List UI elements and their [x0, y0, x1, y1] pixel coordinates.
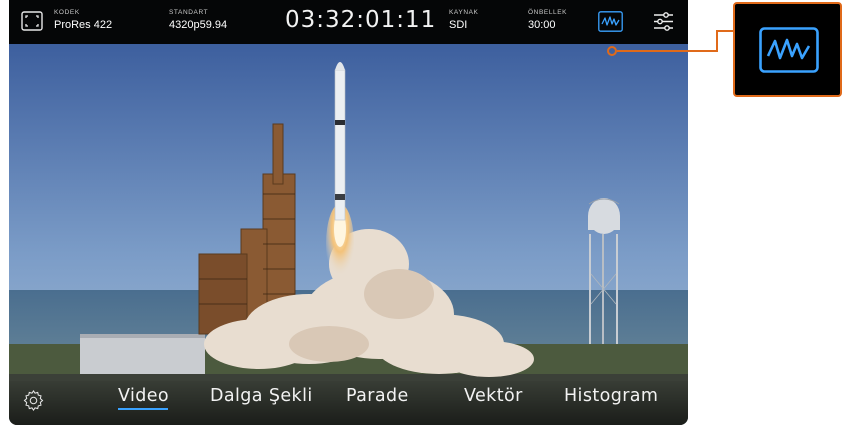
standard-label: STANDART: [169, 9, 209, 16]
gear-icon[interactable]: [22, 389, 45, 412]
cache-label: ÖNBELLEK: [528, 9, 568, 16]
source-value[interactable]: SDI: [449, 19, 467, 31]
callout-connector-line-end: [716, 30, 734, 32]
standard-value[interactable]: 4320p59.94: [169, 19, 227, 31]
waveform-icon: [759, 27, 819, 73]
tab-histogram[interactable]: Histogram: [564, 386, 658, 406]
cache-value[interactable]: 30:00: [528, 19, 556, 31]
timecode-display: 03:32:01:11: [285, 7, 437, 33]
tab-dalga-sekli[interactable]: Dalga Şekli: [210, 386, 313, 406]
fullscreen-icon[interactable]: [21, 11, 43, 31]
callout-connector-line-vertical: [716, 30, 718, 52]
codec-label: KODEK: [54, 9, 80, 16]
sliders-icon[interactable]: [653, 11, 674, 32]
video-feed: [9, 44, 688, 425]
waveform-icon[interactable]: [598, 11, 623, 32]
codec-value[interactable]: ProRes 422: [54, 19, 112, 31]
tab-video[interactable]: Video: [118, 386, 169, 406]
tab-selected-indicator: [118, 408, 168, 410]
source-label: KAYNAK: [449, 9, 479, 16]
callout-connector-line: [617, 50, 717, 52]
callout-box: [733, 2, 842, 97]
monitor-screen: KODEK ProRes 422 STANDART 4320p59.94 03:…: [9, 0, 688, 425]
callout-connector-dot: [607, 46, 617, 56]
tab-vektor[interactable]: Vektör: [464, 386, 523, 406]
top-status-bar: KODEK ProRes 422 STANDART 4320p59.94 03:…: [9, 0, 688, 44]
tab-parade[interactable]: Parade: [346, 386, 409, 406]
